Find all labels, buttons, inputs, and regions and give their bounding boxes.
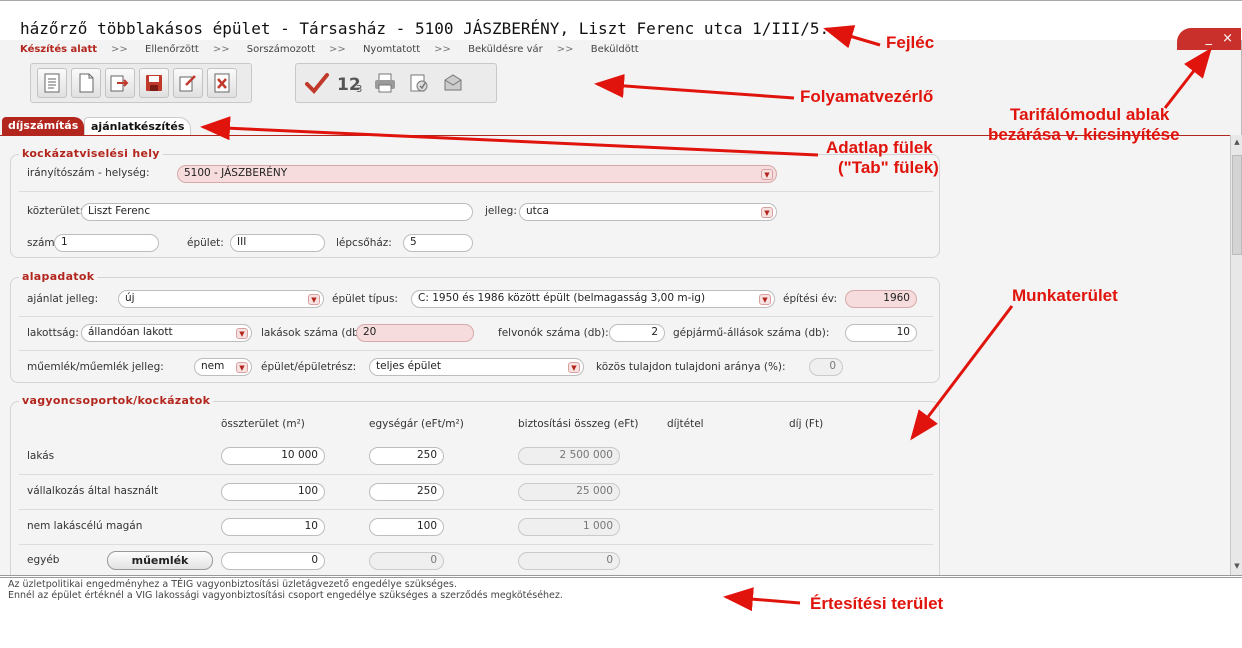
annotation-close-line2: bezárása v. kicsinyítése xyxy=(988,125,1180,144)
arrow-work-area xyxy=(910,305,1014,441)
annotation-arrows xyxy=(200,25,1212,612)
annotation-tabs-line2: ("Tab" fülek) xyxy=(838,158,939,177)
arrow-header xyxy=(823,25,881,49)
annotation-process: Folyamatvezérlő xyxy=(800,87,934,106)
annotation-notification: Értesítési terület xyxy=(810,594,944,613)
arrow-window-controls xyxy=(1163,47,1212,109)
annotation-work-area: Munkaterület xyxy=(1012,286,1118,305)
annotation-close-line1: Tarifálómodul ablak xyxy=(1010,105,1170,124)
arrow-tabs xyxy=(200,116,819,157)
annotation-tabs-line1: Adatlap fülek xyxy=(826,138,933,157)
arrow-notification xyxy=(723,587,801,612)
annotation-header: Fejléc xyxy=(886,33,935,52)
arrow-process xyxy=(594,73,795,100)
